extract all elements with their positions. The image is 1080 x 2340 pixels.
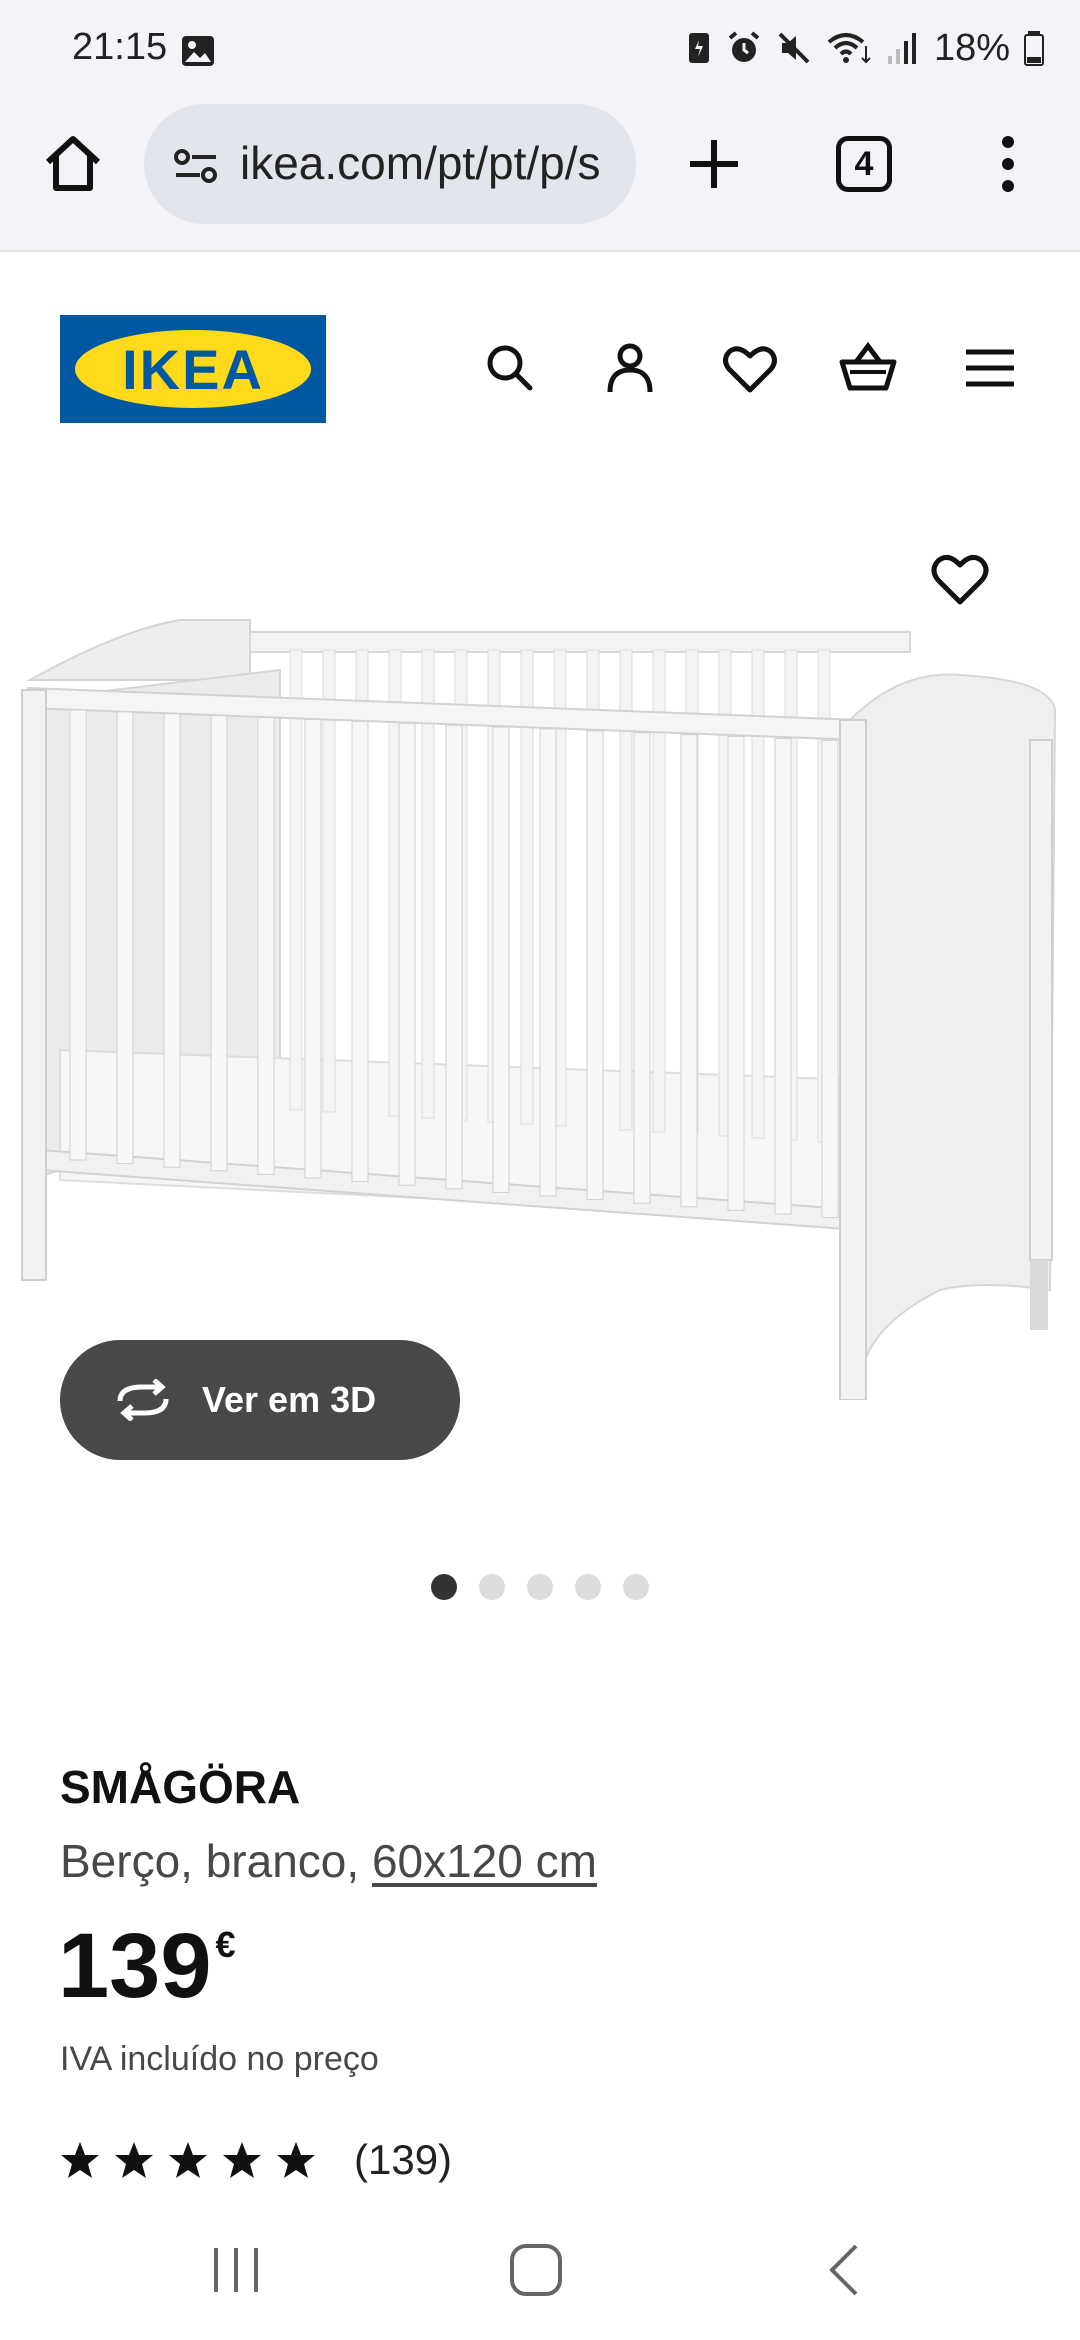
more-options-icon[interactable]: [996, 132, 1020, 196]
vat-note: IVA incluído no preço: [60, 2040, 379, 2078]
carousel-dot[interactable]: [479, 1574, 505, 1600]
battery-percent: 18%: [933, 26, 1010, 69]
star-icon: [277, 2142, 315, 2178]
alarm-icon: [728, 31, 760, 62]
product-name: SMÅGÖRA: [60, 1761, 301, 1813]
carousel-dot[interactable]: [623, 1574, 649, 1600]
save-to-favourites-icon[interactable]: [928, 548, 992, 608]
menu-icon[interactable]: [960, 338, 1020, 398]
battery-saver-icon: [688, 33, 709, 63]
view-3d-button[interactable]: Ver em 3D: [60, 1340, 460, 1460]
price-value: 139: [58, 1915, 212, 2017]
logo-text: IKEA: [122, 337, 264, 401]
basket-icon[interactable]: [838, 338, 898, 398]
rotate-3d-icon: [117, 1379, 169, 1421]
star-icon: [223, 2142, 261, 2178]
view-3d-label: Ver em 3D: [202, 1379, 377, 1420]
carousel-dot[interactable]: [431, 1574, 457, 1600]
url-text[interactable]: ikea.com/pt/pt/p/s: [240, 136, 612, 196]
product-rating[interactable]: (139): [60, 2136, 452, 2184]
ikea-logo[interactable]: IKEA: [60, 315, 326, 423]
logo-oval: IKEA: [75, 330, 311, 408]
product-type-color: Berço, branco,: [60, 1835, 372, 1887]
wifi-icon: [827, 33, 871, 64]
review-count: (139): [354, 2136, 453, 2183]
back-icon[interactable]: [816, 2240, 876, 2300]
price-currency: €: [215, 1924, 236, 1965]
heart-icon[interactable]: [720, 338, 780, 398]
carousel-dot[interactable]: [575, 1574, 601, 1600]
star-icon: [115, 2142, 153, 2178]
product-description: Berço, branco, 60x120 cm: [60, 1834, 597, 1888]
home-icon[interactable]: [40, 130, 106, 196]
site-settings-icon[interactable]: [172, 148, 220, 184]
new-tab-icon[interactable]: [686, 136, 742, 192]
image-notification-icon: [182, 36, 214, 66]
mute-icon: [778, 32, 810, 64]
tab-switcher-button[interactable]: 4: [836, 136, 892, 192]
signal-icon: [887, 33, 916, 64]
product-size-link[interactable]: 60x120 cm: [372, 1835, 597, 1887]
carousel-dot[interactable]: [527, 1574, 553, 1600]
product-image-crib[interactable]: [0, 520, 1080, 1400]
status-icons: 18%: [686, 24, 1044, 72]
product-price: 139 €: [58, 1920, 236, 2012]
star-icon: [169, 2142, 207, 2178]
star-icon: [61, 2142, 99, 2178]
battery-icon: [1024, 31, 1044, 66]
profile-icon[interactable]: [600, 338, 660, 398]
search-icon[interactable]: [480, 338, 540, 398]
status-time: 21:15: [72, 26, 168, 68]
image-carousel-dots: [0, 1574, 1080, 1600]
recent-apps-icon[interactable]: [206, 2240, 266, 2300]
home-nav-icon[interactable]: [506, 2240, 566, 2300]
